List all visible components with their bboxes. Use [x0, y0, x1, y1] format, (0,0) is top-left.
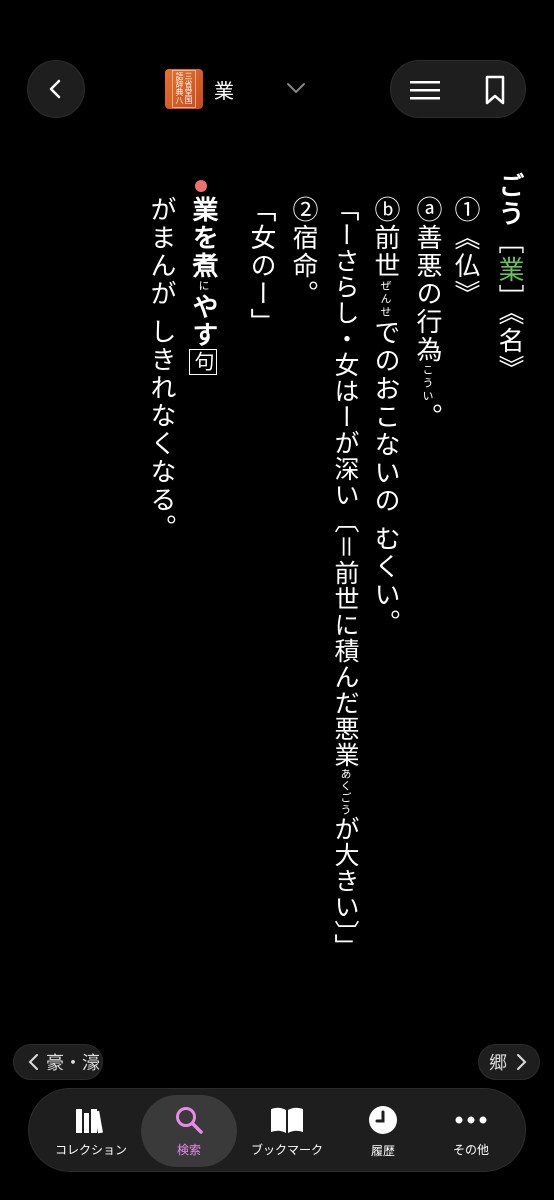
- sense-1b-text: ⓑ前世: [370, 196, 400, 280]
- phrase-tag: 句: [189, 349, 217, 375]
- sense-2-example: 「女のー」: [246, 196, 276, 336]
- tab-more[interactable]: その他: [423, 1095, 519, 1167]
- tab-label: ブックマーク: [250, 1142, 323, 1157]
- chevron-left-icon: [28, 1054, 38, 1070]
- ruby: ぜんせ: [379, 280, 392, 319]
- bookmark-button[interactable]: [477, 73, 513, 107]
- more-icon: [455, 1116, 487, 1123]
- search-icon: [176, 1106, 203, 1134]
- next-entry-label: 郷: [489, 1053, 507, 1074]
- sense-1-label: ①《仏》: [450, 196, 480, 308]
- sense-1a-end: 。: [412, 403, 442, 431]
- previous-entry-label: 豪・濠: [46, 1053, 100, 1074]
- ruby: あくごう: [339, 768, 352, 817]
- sense-1a: ⓐ善悪の行為こうい。: [412, 196, 442, 431]
- entry-kanji: 業: [494, 256, 524, 284]
- entry-reading: ごう: [494, 172, 524, 228]
- example-text-end: が大きい〕」: [331, 816, 360, 960]
- dictionary-icon-text: 三省堂国語辞典八: [172, 70, 196, 108]
- tab-label: その他: [452, 1142, 489, 1157]
- book-open-icon: [271, 1107, 303, 1133]
- ruby: こうい: [421, 364, 434, 403]
- chevron-left-icon: [49, 79, 61, 99]
- example-text: 「ーさらし・女はーが深い〔＝前世に積んだ悪業: [331, 196, 360, 769]
- menu-icon: [410, 81, 440, 100]
- tab-bookmark[interactable]: ブックマーク: [239, 1095, 335, 1167]
- next-entry-button[interactable]: 郷: [478, 1044, 540, 1080]
- back-button[interactable]: [27, 60, 85, 118]
- tab-label: コレクション: [54, 1142, 127, 1157]
- sense-1a-text: ⓐ善悪の行為: [412, 196, 442, 364]
- books-icon: [76, 1108, 103, 1133]
- phrase-text: 業を煮: [188, 196, 218, 280]
- tab-history[interactable]: 履歴: [335, 1095, 431, 1167]
- phrase-heading[interactable]: 業を煮にやす句: [188, 196, 218, 375]
- dictionary-icon[interactable]: 三省堂国語辞典八: [165, 69, 203, 109]
- sense-1b: ⓑ前世ぜんせでのおこないの むくい。: [370, 196, 400, 637]
- tab-collection[interactable]: コレクション: [43, 1095, 139, 1167]
- bottom-tab-bar: コレクション 検索 ブックマーク 履歴 その他: [28, 1088, 526, 1172]
- menu-button[interactable]: [405, 74, 445, 106]
- tab-search[interactable]: 検索: [141, 1095, 237, 1167]
- clock-icon: [369, 1105, 397, 1134]
- toolbar-group: [390, 60, 526, 118]
- ruby: に: [197, 280, 210, 293]
- kanji-bracket-open: ［: [494, 228, 524, 256]
- example-sentence: 「ーさらし・女はーが深い〔＝前世に積んだ悪業あくごうが大きい〕」: [330, 196, 360, 960]
- entry-headline: ごう［業］《名》: [494, 172, 524, 383]
- sense-1b-rest: でのおこないの むくい。: [370, 319, 400, 638]
- sense-2: ②宿命。: [288, 196, 318, 308]
- kanji-bracket-close: ］: [494, 284, 524, 312]
- tab-label: 履歴: [370, 1143, 395, 1158]
- part-of-speech: 《名》: [494, 312, 524, 383]
- phrase-bullet: [195, 180, 207, 192]
- phrase-definition: がまんが しきれなくなる。: [146, 196, 176, 543]
- previous-entry-button[interactable]: 豪・濠: [13, 1044, 103, 1080]
- tab-label: 検索: [176, 1142, 201, 1157]
- chevron-right-icon: [517, 1054, 527, 1070]
- bookmark-icon: [485, 75, 505, 105]
- phrase-text-end: やす: [188, 293, 218, 349]
- page-title[interactable]: 業: [214, 75, 234, 104]
- chevron-down-icon[interactable]: [285, 78, 307, 102]
